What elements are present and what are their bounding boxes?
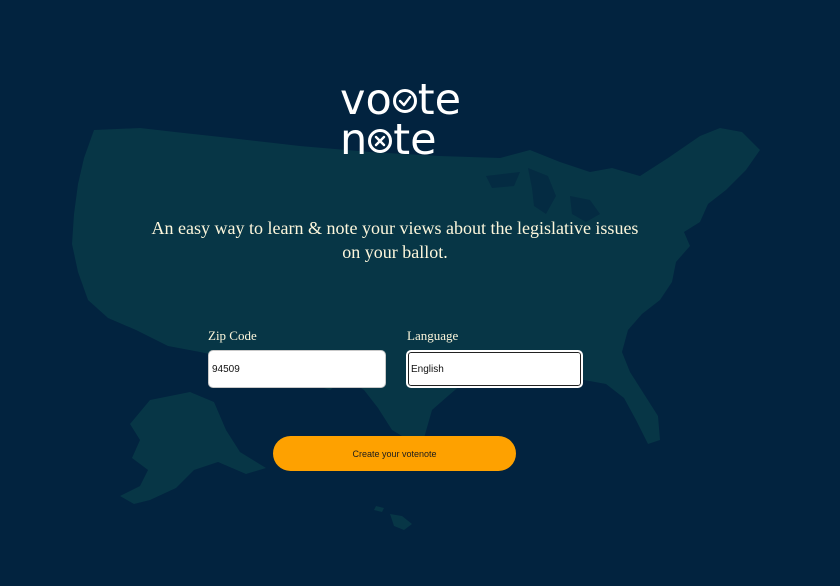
tagline: An easy way to learn & note your views a… bbox=[151, 218, 639, 262]
zip-code-label: Zip Code bbox=[208, 328, 257, 343]
create-votenote-button[interactable]: Create your votenote bbox=[273, 436, 516, 471]
zip-code-input[interactable] bbox=[208, 350, 386, 388]
logo-text-te: te bbox=[417, 75, 462, 125]
logo-line-vote: vo te bbox=[340, 75, 462, 125]
logo-text-te-2: te bbox=[393, 115, 437, 165]
landing-page: vo te n te An easy way to learn & note you… bbox=[0, 0, 840, 586]
logo-line-note: n te bbox=[340, 115, 437, 165]
language-select[interactable]: English bbox=[406, 350, 583, 388]
logo-text-vo: vo bbox=[340, 75, 392, 125]
x-circle-icon bbox=[368, 129, 393, 153]
check-circle-icon bbox=[392, 89, 417, 113]
logo-text-n: n bbox=[340, 115, 368, 165]
votenote-logo: vo te n te bbox=[340, 79, 461, 165]
language-label: Language bbox=[407, 328, 459, 343]
